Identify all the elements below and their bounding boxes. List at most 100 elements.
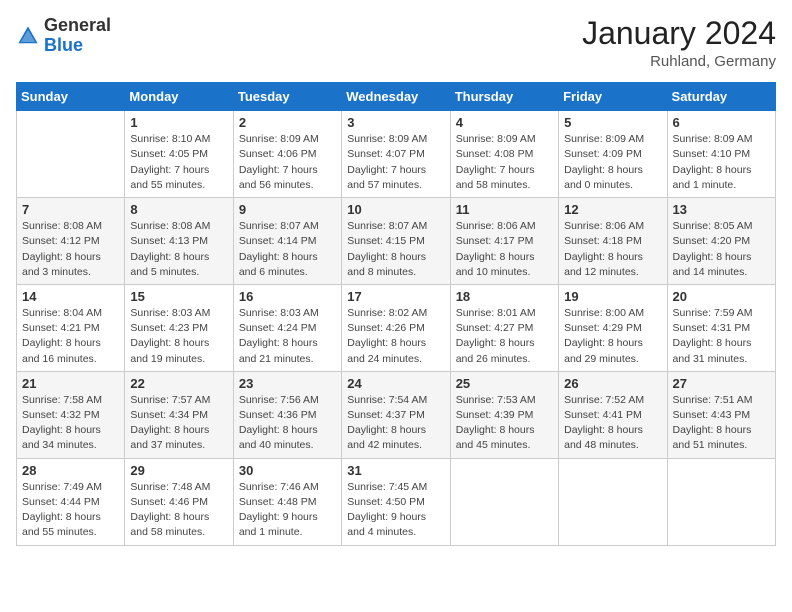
day-number: 5: [564, 115, 661, 130]
week-row-0: 1Sunrise: 8:10 AM Sunset: 4:05 PM Daylig…: [17, 111, 776, 198]
calendar-cell: 1Sunrise: 8:10 AM Sunset: 4:05 PM Daylig…: [125, 111, 233, 198]
day-number: 16: [239, 289, 336, 304]
day-header-saturday: Saturday: [667, 83, 775, 111]
calendar-cell: 24Sunrise: 7:54 AM Sunset: 4:37 PM Dayli…: [342, 371, 450, 458]
day-number: 12: [564, 202, 661, 217]
day-info: Sunrise: 8:07 AM Sunset: 4:15 PM Dayligh…: [347, 219, 444, 280]
calendar-title: January 2024: [582, 16, 776, 51]
day-info: Sunrise: 8:03 AM Sunset: 4:23 PM Dayligh…: [130, 306, 227, 367]
day-header-friday: Friday: [559, 83, 667, 111]
calendar-cell: 30 Sunrise: 7:46 AM Sunset: 4:48 PM Dayli…: [233, 458, 341, 545]
day-number: 18: [456, 289, 553, 304]
day-number: 14: [22, 289, 119, 304]
calendar-cell: 9Sunrise: 8:07 AM Sunset: 4:14 PM Daylig…: [233, 198, 341, 285]
calendar-cell: 16 Sunrise: 8:03 AM Sunset: 4:24 PM Dayli…: [233, 284, 341, 371]
week-row-1: 7Sunrise: 8:08 AM Sunset: 4:12 PM Daylig…: [17, 198, 776, 285]
logo: General Blue: [16, 16, 111, 56]
day-number: 24: [347, 376, 444, 391]
day-header-wednesday: Wednesday: [342, 83, 450, 111]
calendar-cell: 7Sunrise: 8:08 AM Sunset: 4:12 PM Daylig…: [17, 198, 125, 285]
week-row-2: 14 Sunrise: 8:04 AM Sunset: 4:21 PM Dayli…: [17, 284, 776, 371]
day-info: Sunrise: 7:57 AM Sunset: 4:34 PM Dayligh…: [130, 393, 227, 454]
calendar-cell: 28 Sunrise: 7:49 AM Sunset: 4:44 PM Dayli…: [17, 458, 125, 545]
calendar-cell: 17Sunrise: 8:02 AM Sunset: 4:26 PM Dayli…: [342, 284, 450, 371]
calendar-cell: [667, 458, 775, 545]
day-number: 22: [130, 376, 227, 391]
day-info: Sunrise: 8:08 AM Sunset: 4:12 PM Dayligh…: [22, 219, 119, 280]
calendar-cell: 2Sunrise: 8:09 AM Sunset: 4:06 PM Daylig…: [233, 111, 341, 198]
calendar-cell: 18 Sunrise: 8:01 AM Sunset: 4:27 PM Dayli…: [450, 284, 558, 371]
day-info: Sunrise: 7:53 AM Sunset: 4:39 PM Dayligh…: [456, 393, 553, 454]
calendar-cell: 19Sunrise: 8:00 AM Sunset: 4:29 PM Dayli…: [559, 284, 667, 371]
day-number: 6: [673, 115, 770, 130]
day-header-sunday: Sunday: [17, 83, 125, 111]
day-number: 23: [239, 376, 336, 391]
day-number: 25: [456, 376, 553, 391]
calendar-cell: 23 Sunrise: 7:56 AM Sunset: 4:36 PM Dayli…: [233, 371, 341, 458]
day-info: Sunrise: 7:51 AM Sunset: 4:43 PM Dayligh…: [673, 393, 770, 454]
calendar-cell: 5Sunrise: 8:09 AM Sunset: 4:09 PM Daylig…: [559, 111, 667, 198]
day-info: Sunrise: 8:00 AM Sunset: 4:29 PM Dayligh…: [564, 306, 661, 367]
day-header-thursday: Thursday: [450, 83, 558, 111]
calendar-cell: 8Sunrise: 8:08 AM Sunset: 4:13 PM Daylig…: [125, 198, 233, 285]
calendar-cell: 4Sunrise: 8:09 AM Sunset: 4:08 PM Daylig…: [450, 111, 558, 198]
calendar-cell: 13 Sunrise: 8:05 AM Sunset: 4:20 PM Dayli…: [667, 198, 775, 285]
logo-general-text: General: [44, 15, 111, 35]
day-header-monday: Monday: [125, 83, 233, 111]
day-info: Sunrise: 7:45 AM Sunset: 4:50 PM Dayligh…: [347, 480, 444, 541]
day-info: Sunrise: 8:03 AM Sunset: 4:24 PM Dayligh…: [239, 306, 336, 367]
day-number: 15: [130, 289, 227, 304]
day-info: Sunrise: 8:06 AM Sunset: 4:17 PM Dayligh…: [456, 219, 553, 280]
calendar-cell: [559, 458, 667, 545]
day-number: 1: [130, 115, 227, 130]
day-number: 30: [239, 463, 336, 478]
calendar-cell: 29 Sunrise: 7:48 AM Sunset: 4:46 PM Dayli…: [125, 458, 233, 545]
day-info: Sunrise: 8:05 AM Sunset: 4:20 PM Dayligh…: [673, 219, 770, 280]
day-number: 31: [347, 463, 444, 478]
day-number: 27: [673, 376, 770, 391]
day-header-tuesday: Tuesday: [233, 83, 341, 111]
calendar-cell: 21Sunrise: 7:58 AM Sunset: 4:32 PM Dayli…: [17, 371, 125, 458]
day-info: Sunrise: 7:52 AM Sunset: 4:41 PM Dayligh…: [564, 393, 661, 454]
calendar-cell: 14 Sunrise: 8:04 AM Sunset: 4:21 PM Dayli…: [17, 284, 125, 371]
calendar-cell: 25 Sunrise: 7:53 AM Sunset: 4:39 PM Dayli…: [450, 371, 558, 458]
week-row-3: 21Sunrise: 7:58 AM Sunset: 4:32 PM Dayli…: [17, 371, 776, 458]
day-info: Sunrise: 8:02 AM Sunset: 4:26 PM Dayligh…: [347, 306, 444, 367]
day-info: Sunrise: 7:49 AM Sunset: 4:44 PM Dayligh…: [22, 480, 119, 541]
calendar-cell: 11 Sunrise: 8:06 AM Sunset: 4:17 PM Dayli…: [450, 198, 558, 285]
calendar-cell: 6 Sunrise: 8:09 AM Sunset: 4:10 PM Daylig…: [667, 111, 775, 198]
day-info: Sunrise: 7:59 AM Sunset: 4:31 PM Dayligh…: [673, 306, 770, 367]
day-number: 11: [456, 202, 553, 217]
day-info: Sunrise: 8:09 AM Sunset: 4:07 PM Dayligh…: [347, 132, 444, 193]
week-row-4: 28 Sunrise: 7:49 AM Sunset: 4:44 PM Dayli…: [17, 458, 776, 545]
day-info: Sunrise: 7:56 AM Sunset: 4:36 PM Dayligh…: [239, 393, 336, 454]
day-info: Sunrise: 8:08 AM Sunset: 4:13 PM Dayligh…: [130, 219, 227, 280]
day-number: 10: [347, 202, 444, 217]
calendar-cell: 27 Sunrise: 7:51 AM Sunset: 4:43 PM Dayli…: [667, 371, 775, 458]
day-number: 9: [239, 202, 336, 217]
day-number: 13: [673, 202, 770, 217]
day-info: Sunrise: 8:09 AM Sunset: 4:10 PM Dayligh…: [673, 132, 770, 193]
day-number: 2: [239, 115, 336, 130]
day-number: 28: [22, 463, 119, 478]
day-info: Sunrise: 7:46 AM Sunset: 4:48 PM Dayligh…: [239, 480, 336, 541]
title-area: January 2024 Ruhland, Germany: [582, 16, 776, 70]
calendar-table: SundayMondayTuesdayWednesdayThursdayFrid…: [16, 82, 776, 545]
calendar-cell: 3Sunrise: 8:09 AM Sunset: 4:07 PM Daylig…: [342, 111, 450, 198]
day-info: Sunrise: 8:04 AM Sunset: 4:21 PM Dayligh…: [22, 306, 119, 367]
calendar-cell: [450, 458, 558, 545]
calendar-cell: 12 Sunrise: 8:06 AM Sunset: 4:18 PM Dayli…: [559, 198, 667, 285]
day-info: Sunrise: 7:48 AM Sunset: 4:46 PM Dayligh…: [130, 480, 227, 541]
calendar-subtitle: Ruhland, Germany: [582, 53, 776, 70]
calendar-cell: 22 Sunrise: 7:57 AM Sunset: 4:34 PM Dayli…: [125, 371, 233, 458]
calendar-cell: 15 Sunrise: 8:03 AM Sunset: 4:23 PM Dayli…: [125, 284, 233, 371]
calendar-cell: 26Sunrise: 7:52 AM Sunset: 4:41 PM Dayli…: [559, 371, 667, 458]
day-info: Sunrise: 8:06 AM Sunset: 4:18 PM Dayligh…: [564, 219, 661, 280]
day-number: 29: [130, 463, 227, 478]
day-info: Sunrise: 7:58 AM Sunset: 4:32 PM Dayligh…: [22, 393, 119, 454]
day-info: Sunrise: 8:01 AM Sunset: 4:27 PM Dayligh…: [456, 306, 553, 367]
logo-blue-text: Blue: [44, 35, 83, 55]
calendar-cell: [17, 111, 125, 198]
day-number: 4: [456, 115, 553, 130]
logo-icon: [16, 24, 40, 48]
